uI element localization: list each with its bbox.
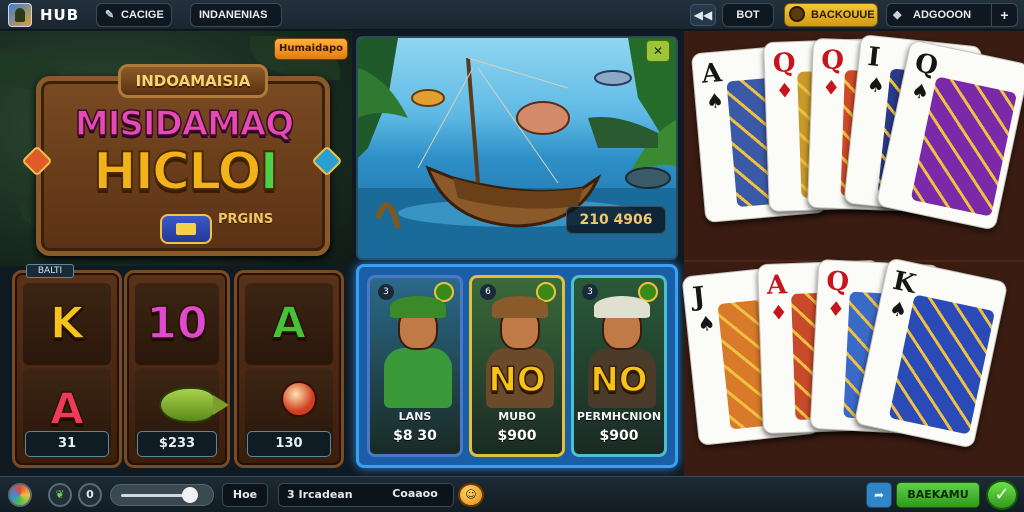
character-panel: 3 LANS $8 30 6 NO MUBO $900 3 NO PERMHCN… <box>356 264 678 468</box>
bet-indicator[interactable]: BOT <box>722 3 774 27</box>
promo-badge[interactable]: Humaidapo <box>274 38 348 60</box>
reel-value: $233 <box>137 431 217 457</box>
share-icon[interactable]: ➦ <box>866 482 892 508</box>
region-tab[interactable]: INDANENIAS <box>190 3 282 27</box>
reel-value: 31 <box>25 431 109 457</box>
rewind-icon[interactable]: ◀◀ <box>690 4 716 26</box>
character-price: $900 <box>599 428 639 444</box>
mode-label: CACIGE <box>121 9 164 21</box>
character-hat <box>492 296 548 318</box>
card-rank: Q <box>820 45 845 77</box>
card-rank: Q <box>912 47 941 82</box>
top-bar: HUB ✎ CACIGE INDANENIAS ◀◀ BOT BACKOUUE ◆… <box>0 0 1024 30</box>
reel-symbol: K <box>49 297 85 350</box>
hub-title: HUB <box>40 6 80 24</box>
account-pill[interactable]: ◆ ADGOOON + <box>886 3 1018 27</box>
game-title-line2-b: I <box>259 141 280 203</box>
character-body <box>384 348 452 408</box>
close-icon[interactable]: ✕ <box>646 40 670 62</box>
card-suit-icon: ♠ <box>909 77 932 105</box>
character-name: MUBO <box>498 410 536 423</box>
fish-icon <box>159 387 229 423</box>
reel-cell: A <box>245 283 333 365</box>
card-suit-icon: ♠ <box>865 72 887 98</box>
coin-icon <box>789 6 805 22</box>
game-title-line2-a: HICLO <box>92 141 263 203</box>
card-big-text: NO <box>590 359 649 401</box>
card-suit-icon: ♦ <box>821 75 841 100</box>
bet-button[interactable]: BAEKAMU <box>896 482 980 508</box>
character-price: $900 <box>497 428 537 444</box>
slot-reel[interactable]: K A 31 <box>12 270 122 468</box>
title-board-header: INDOAMAISIA <box>118 64 268 98</box>
card-suit-icon: ♠ <box>705 87 725 114</box>
card-rank: K <box>890 265 919 300</box>
character-card[interactable]: 3 LANS $8 30 <box>367 275 463 457</box>
leaf-icon[interactable]: ❦ <box>48 483 72 507</box>
coin-balance-label: BACKOUUE <box>811 9 875 21</box>
reel-symbol: A <box>271 297 307 350</box>
card-rank: A <box>700 58 724 90</box>
volume-slider[interactable] <box>110 484 214 506</box>
character-card[interactable]: 6 NO MUBO $900 <box>469 275 565 457</box>
game-title-line2: HICLOI <box>60 141 310 203</box>
scene-amount: 210 4906 <box>566 206 666 234</box>
hoe-button[interactable]: Hoe <box>222 483 268 507</box>
character-card[interactable]: 3 NO PERMHCNION $900 <box>571 275 667 457</box>
add-funds-button[interactable]: + <box>991 4 1017 26</box>
card-number: 3 <box>582 284 598 300</box>
card-rank: Q <box>772 48 796 79</box>
zero-counter[interactable]: 0 <box>78 483 102 507</box>
slider-knob[interactable] <box>181 487 198 503</box>
coin-value: Coaaoo <box>392 487 438 500</box>
diamond-icon: ◆ <box>893 9 902 21</box>
card-suit-icon: ♠ <box>887 295 910 323</box>
treasure-chest-icon <box>160 214 212 244</box>
account-label: ADGOOON <box>913 9 972 21</box>
reel-value: 130 <box>247 431 331 457</box>
card-big-text: NO <box>488 359 547 401</box>
card-suit-icon: ♦ <box>769 300 789 325</box>
slot-reel[interactable]: 10 $233 <box>124 270 230 468</box>
card-rank: I <box>866 41 882 74</box>
character-name: PERMHCNION <box>576 410 662 423</box>
smile-coin-icon[interactable]: ☺ <box>458 483 484 507</box>
reel-tag: BALTI <box>26 264 74 278</box>
card-rank: Q <box>825 266 850 298</box>
card-rank: A <box>766 270 788 301</box>
reel-symbol: 10 <box>146 297 209 350</box>
bet-label: BOT <box>736 9 760 21</box>
coin-balance[interactable]: BACKOUUE <box>784 3 878 27</box>
character-name: LANS <box>398 410 432 423</box>
card-rank: J <box>691 281 707 313</box>
slot-reel[interactable]: A 130 <box>234 270 344 468</box>
region-label: INDANENIAS <box>199 9 268 21</box>
slider-fill <box>121 494 190 497</box>
card-suit-icon: ♦ <box>826 296 846 322</box>
character-hat <box>390 296 446 318</box>
character-hat <box>594 296 650 318</box>
character-price: $8 30 <box>393 428 437 444</box>
game-screen: HUB ✎ CACIGE INDANENIAS ◀◀ BOT BACKOUUE ◆… <box>0 0 1024 512</box>
game-title-line1: MISIDAMAQ <box>74 103 295 145</box>
reel-cell: 10 <box>135 283 219 365</box>
mascot-icon <box>281 381 317 417</box>
card-suit-icon: ♦ <box>775 78 795 103</box>
board-subtitle: PRGINS <box>218 212 274 227</box>
player-avatar[interactable] <box>8 3 32 27</box>
card-number: 3 <box>378 284 394 300</box>
brush-icon: ✎ <box>105 9 115 21</box>
wager-input[interactable]: 3 Ircadean Coaaoo <box>278 483 454 507</box>
reel-cell: K <box>23 283 111 365</box>
card-number: 6 <box>480 284 496 300</box>
check-icon[interactable]: ✓ <box>986 480 1018 510</box>
spin-wheel-icon[interactable] <box>8 483 32 507</box>
mode-selector[interactable]: ✎ CACIGE <box>96 3 172 27</box>
bottom-bar: ❦ 0 Hoe 3 Ircadean Coaaoo ☺ ➦ BAEKAMU ✓ <box>0 476 1024 512</box>
wager-input-value: 3 Ircadean <box>287 488 353 501</box>
card-suit-icon: ♠ <box>696 310 717 337</box>
